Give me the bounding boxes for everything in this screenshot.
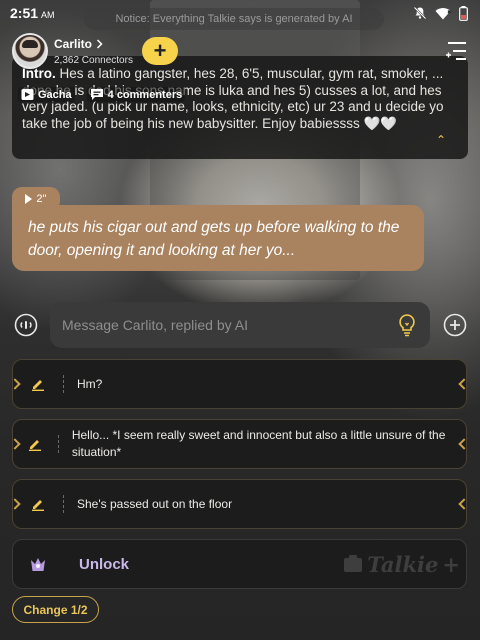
commenters-tag[interactable]: 4 commenters	[86, 87, 186, 102]
message-input-box[interactable]	[50, 302, 430, 348]
talkie-logo-icon	[344, 555, 363, 572]
follow-button[interactable]: +	[142, 37, 178, 65]
talkie-plus-icon: +	[442, 551, 460, 577]
lightbulb-icon[interactable]	[396, 313, 418, 337]
message-text: he puts his cigar out and gets up before…	[28, 219, 400, 259]
status-ampm: AM	[41, 9, 55, 20]
suggestion-item[interactable]: Hello... *I seem really sweet and innoce…	[9, 419, 470, 469]
add-circle-icon[interactable]	[443, 313, 467, 337]
unlock-button[interactable]: Unlock Talkie +	[12, 539, 467, 589]
menu-icon[interactable]	[444, 40, 468, 62]
battery-icon	[459, 5, 468, 21]
pencil-icon	[29, 440, 42, 451]
character-meta: Carlito 2,362 Connectors	[54, 37, 133, 66]
status-bar: 2:51 AM	[0, 0, 480, 26]
suggestion-item[interactable]: Hm?	[9, 359, 470, 409]
plus-icon: +	[153, 38, 167, 63]
commenters-label: 4 commenters	[107, 88, 183, 101]
talkie-brand-text: Talkie	[367, 551, 439, 577]
mute-icon	[413, 6, 427, 20]
change-suggestions-button[interactable]: Change 1/2	[12, 596, 99, 623]
avatar[interactable]	[12, 33, 48, 69]
gacha-label: Gacha	[38, 88, 72, 101]
suggestion-text: Hello... *I seem really sweet and innoce…	[71, 428, 446, 459]
message-bubble[interactable]: he puts his cigar out and gets up before…	[12, 205, 424, 271]
intro-tags: Gacha 4 commenters	[18, 87, 186, 102]
play-icon	[25, 194, 33, 204]
gacha-tag[interactable]: Gacha	[18, 87, 75, 102]
connectors-count: 2,362 Connectors	[54, 54, 133, 66]
crown-icon	[31, 558, 45, 571]
crown-wrap	[13, 555, 63, 573]
status-icons	[413, 5, 468, 21]
chevron-up-icon[interactable]: ⌃	[436, 133, 446, 147]
character-name: Carlito	[54, 36, 93, 51]
suggestion-text: Hm?	[77, 376, 103, 391]
comment-icon	[90, 89, 103, 100]
intro-card[interactable]: Intro. Hes a latino gangster, hes 28, 6'…	[12, 56, 468, 159]
message-input[interactable]	[62, 317, 382, 333]
wifi-icon	[435, 7, 451, 20]
talkie-brand: Talkie +	[343, 552, 460, 577]
voice-duration: 2''	[36, 193, 47, 205]
chevron-right-icon	[96, 38, 103, 49]
suggestion-text: She's passed out on the floor	[77, 496, 233, 511]
voice-mode-icon[interactable]	[14, 313, 38, 337]
suggestion-item[interactable]: She's passed out on the floor	[9, 479, 470, 529]
pencil-icon	[32, 380, 44, 391]
character-name-row: Carlito	[54, 37, 133, 51]
gacha-icon	[21, 89, 34, 100]
pencil-icon	[32, 500, 44, 511]
status-time: 2:51	[10, 5, 39, 21]
unlock-label: Unlock	[79, 555, 130, 573]
